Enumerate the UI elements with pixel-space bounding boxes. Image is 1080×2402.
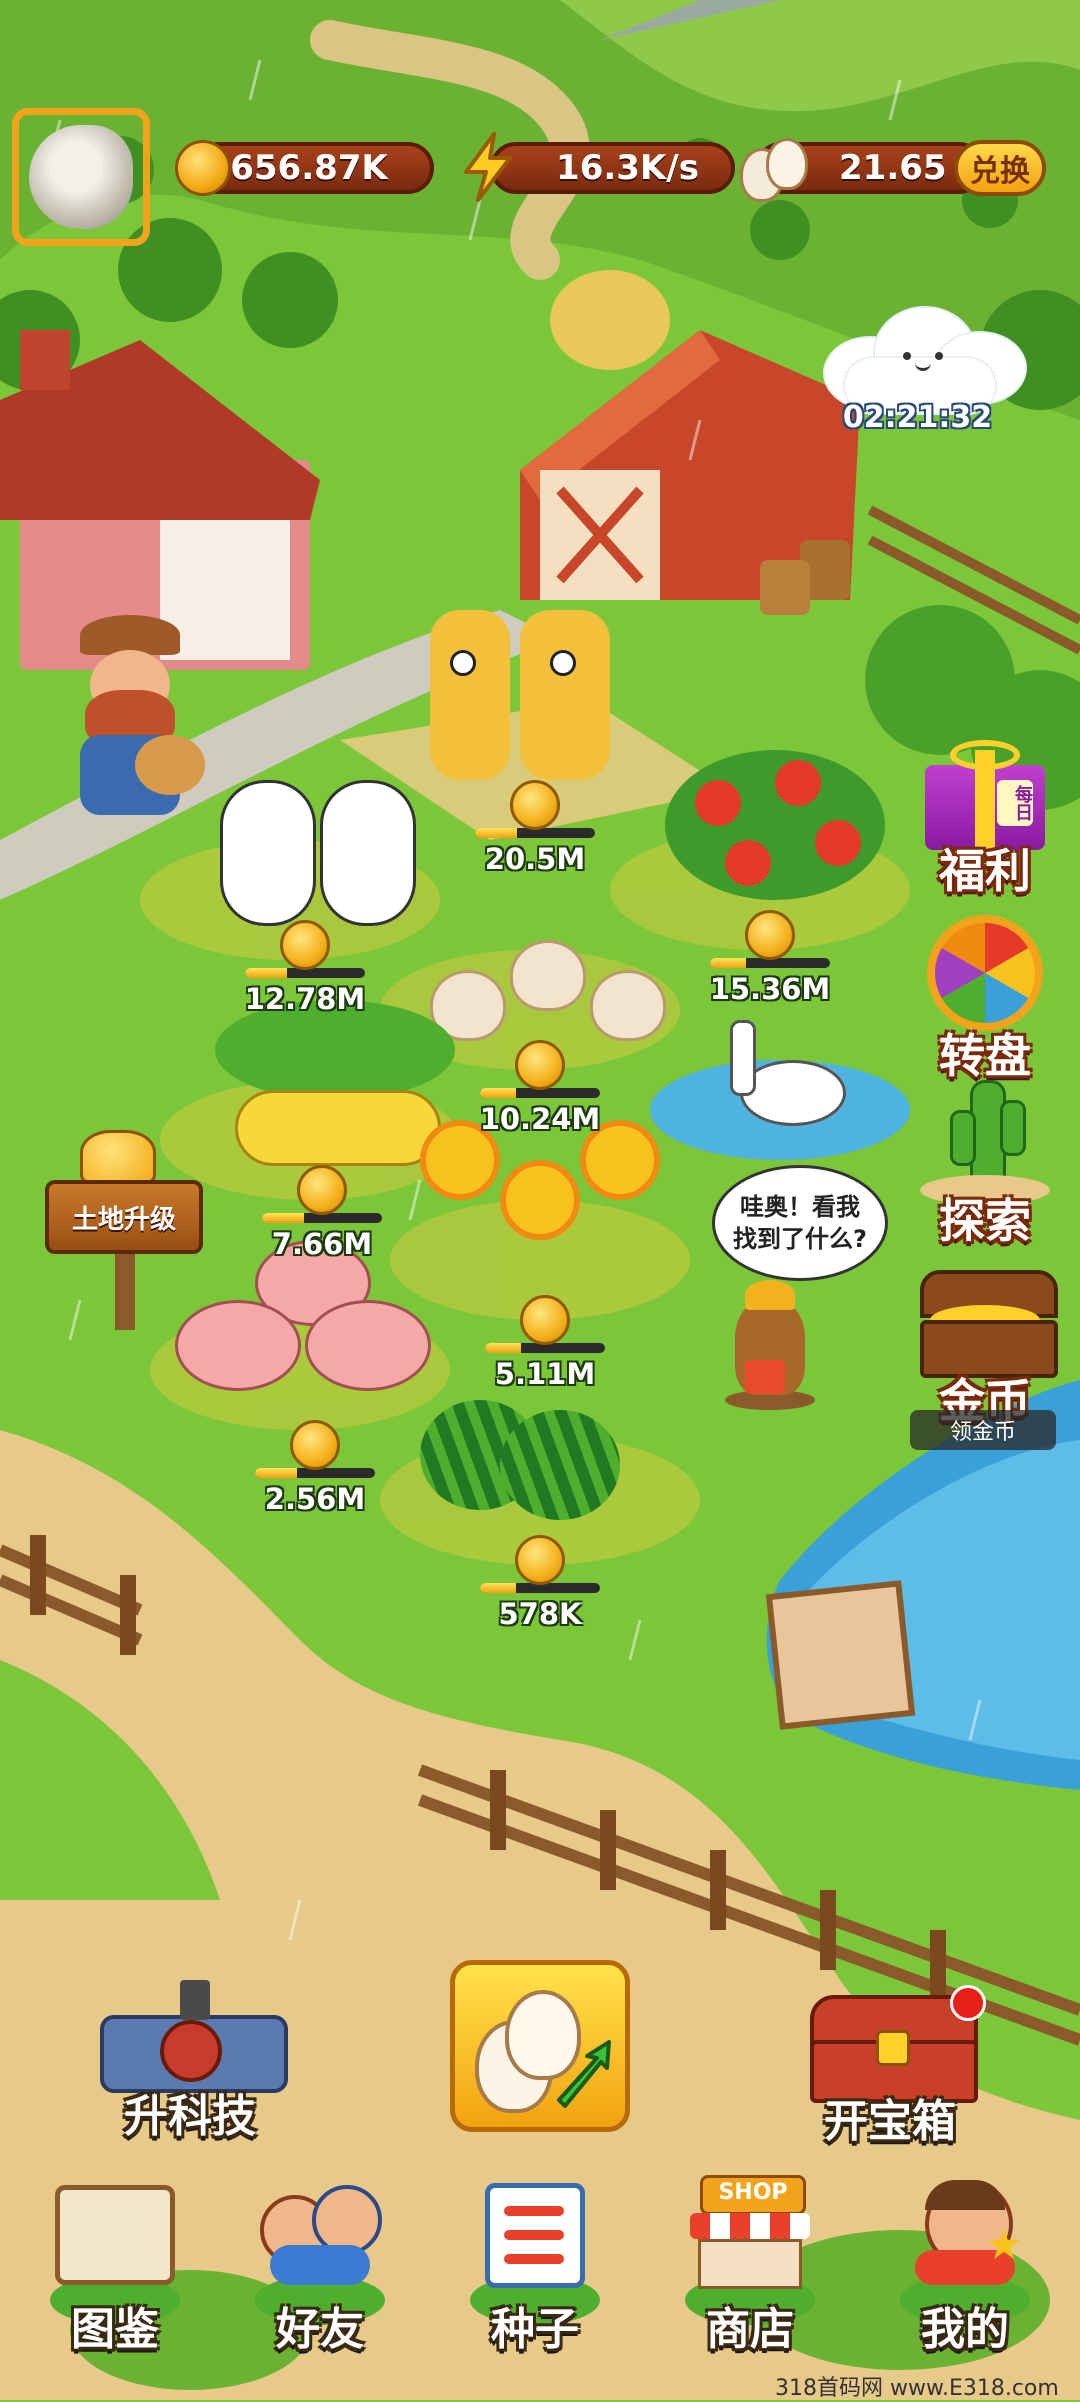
nav-item-profile[interactable]: 我的 (880, 2175, 1050, 2375)
watermark-text: 318首码网 www.E318.com (775, 2376, 1059, 2401)
shop-icon: SHOP (690, 2175, 810, 2290)
plot-output-label: 2.56M (264, 1482, 366, 1516)
production-rate-value: 16.3K/s (556, 148, 699, 188)
plot-coin-icon[interactable] (745, 910, 795, 960)
daily-badge: 每日 (997, 780, 1033, 826)
player-avatar[interactable] (12, 108, 150, 246)
production-rate: 16.3K/s (490, 142, 735, 194)
coin-balance-value: 656.87K (230, 148, 388, 188)
giraffe-animals (410, 610, 630, 780)
plot-coin-icon[interactable] (290, 1420, 340, 1470)
watermelon-plant (420, 1370, 640, 1520)
wheel-button[interactable]: 转盘 (905, 915, 1065, 1090)
nav-label-seeds: 种子 (491, 2304, 579, 2355)
exchange-button[interactable]: 兑换 (954, 140, 1046, 196)
plot-output-label: 20.5M (484, 842, 586, 876)
swan-animal (720, 1020, 846, 1130)
wheel-label: 转盘 (939, 1029, 1031, 1083)
eggs-icon (738, 134, 808, 202)
nav-item-friends[interactable]: 好友 (235, 2175, 405, 2375)
weather-timer[interactable]: 02:21:32 (805, 308, 1030, 435)
explore-button[interactable]: 探索 (905, 1080, 1065, 1260)
mole-speech-text: 哇奥！看我找到了什么? (733, 1193, 867, 1253)
tomato-plant (665, 730, 885, 910)
plot-coin-icon[interactable] (515, 1535, 565, 1585)
open-chest-label: 开宝箱 (824, 2096, 956, 2147)
plot-coin-icon[interactable] (280, 920, 330, 970)
prize-wheel-icon (927, 915, 1043, 1031)
notification-dot (950, 1985, 986, 2021)
nav-label-shop: 商店 (706, 2304, 794, 2355)
nav-item-seeds[interactable]: 种子 (450, 2175, 620, 2375)
upgrade-tech-button[interactable]: 升科技 (80, 1980, 300, 2150)
gift-box-icon: 每日 (925, 740, 1045, 850)
welfare-button[interactable]: 每日 福利 (910, 730, 1060, 900)
claim-gold-tag: 领金币 (910, 1410, 1056, 1450)
gold-pile-icon (80, 1130, 156, 1186)
plot-output-label: 5.11M (494, 1357, 596, 1391)
plot-output-label: 7.66M (271, 1227, 373, 1261)
land-upgrade-label: 土地升级 (71, 1204, 176, 1235)
rabbit-animals (205, 760, 425, 930)
coin-icon (175, 140, 231, 196)
nav-item-shop[interactable]: SHOP 商店 (665, 2175, 835, 2375)
bottom-nav: 图鉴 好友 种子 SHOP 商店 我的 (0, 2175, 1080, 2375)
lightning-icon (464, 132, 512, 202)
plot-output-label: 578K (498, 1597, 582, 1631)
gold-coins-button[interactable]: 金币 领金币 (905, 1260, 1065, 1450)
shop-sign-text: SHOP (700, 2175, 806, 2215)
open-chest-button[interactable]: 开宝箱 (780, 1985, 1000, 2155)
welfare-label: 福利 (939, 844, 1031, 898)
land-upgrade-signpost[interactable]: 土地升级 (45, 1130, 205, 1330)
nav-label-friends: 好友 (276, 2304, 364, 2355)
plot-coin-icon[interactable] (515, 1040, 565, 1090)
plot-coin-icon[interactable] (520, 1295, 570, 1345)
exchange-button-label: 兑换 (970, 154, 1030, 189)
egg-balance-value: 21.65 (839, 148, 947, 188)
explore-label: 探索 (939, 1194, 1031, 1248)
friends-icon (260, 2185, 382, 2285)
mole-character[interactable] (715, 1280, 825, 1410)
plot-output-label: 15.36M (709, 972, 831, 1006)
seeds-icon (485, 2183, 585, 2288)
garlic-plant (420, 900, 670, 1041)
pig-animals (175, 1240, 435, 1400)
farmer-character (55, 615, 205, 825)
upgrade-tech-label: 升科技 (124, 2091, 256, 2142)
sunflower-plant (410, 1120, 670, 1280)
treasure-chest-icon (920, 1260, 1058, 1378)
machine-icon (100, 1980, 288, 2093)
nav-item-book[interactable]: 图鉴 (30, 2175, 200, 2375)
hatch-egg-button[interactable] (450, 1960, 630, 2132)
timer-countdown: 02:21:32 (842, 400, 993, 435)
plot-coin-icon[interactable] (297, 1165, 347, 1215)
plot-coin-icon[interactable] (510, 780, 560, 830)
book-icon (55, 2185, 175, 2285)
chest-icon (810, 1985, 986, 2103)
plot-output-label: 10.24M (479, 1102, 601, 1136)
egg-upgrade-icon (475, 1985, 615, 2115)
plot-output-label: 12.78M (244, 982, 366, 1016)
mole-speech-bubble: 哇奥！看我找到了什么? (712, 1165, 888, 1281)
nav-label-profile: 我的 (921, 2304, 1009, 2355)
cloud-face-icon (897, 350, 953, 371)
nav-label-book: 图鉴 (71, 2304, 159, 2355)
profile-icon (915, 2180, 1021, 2285)
